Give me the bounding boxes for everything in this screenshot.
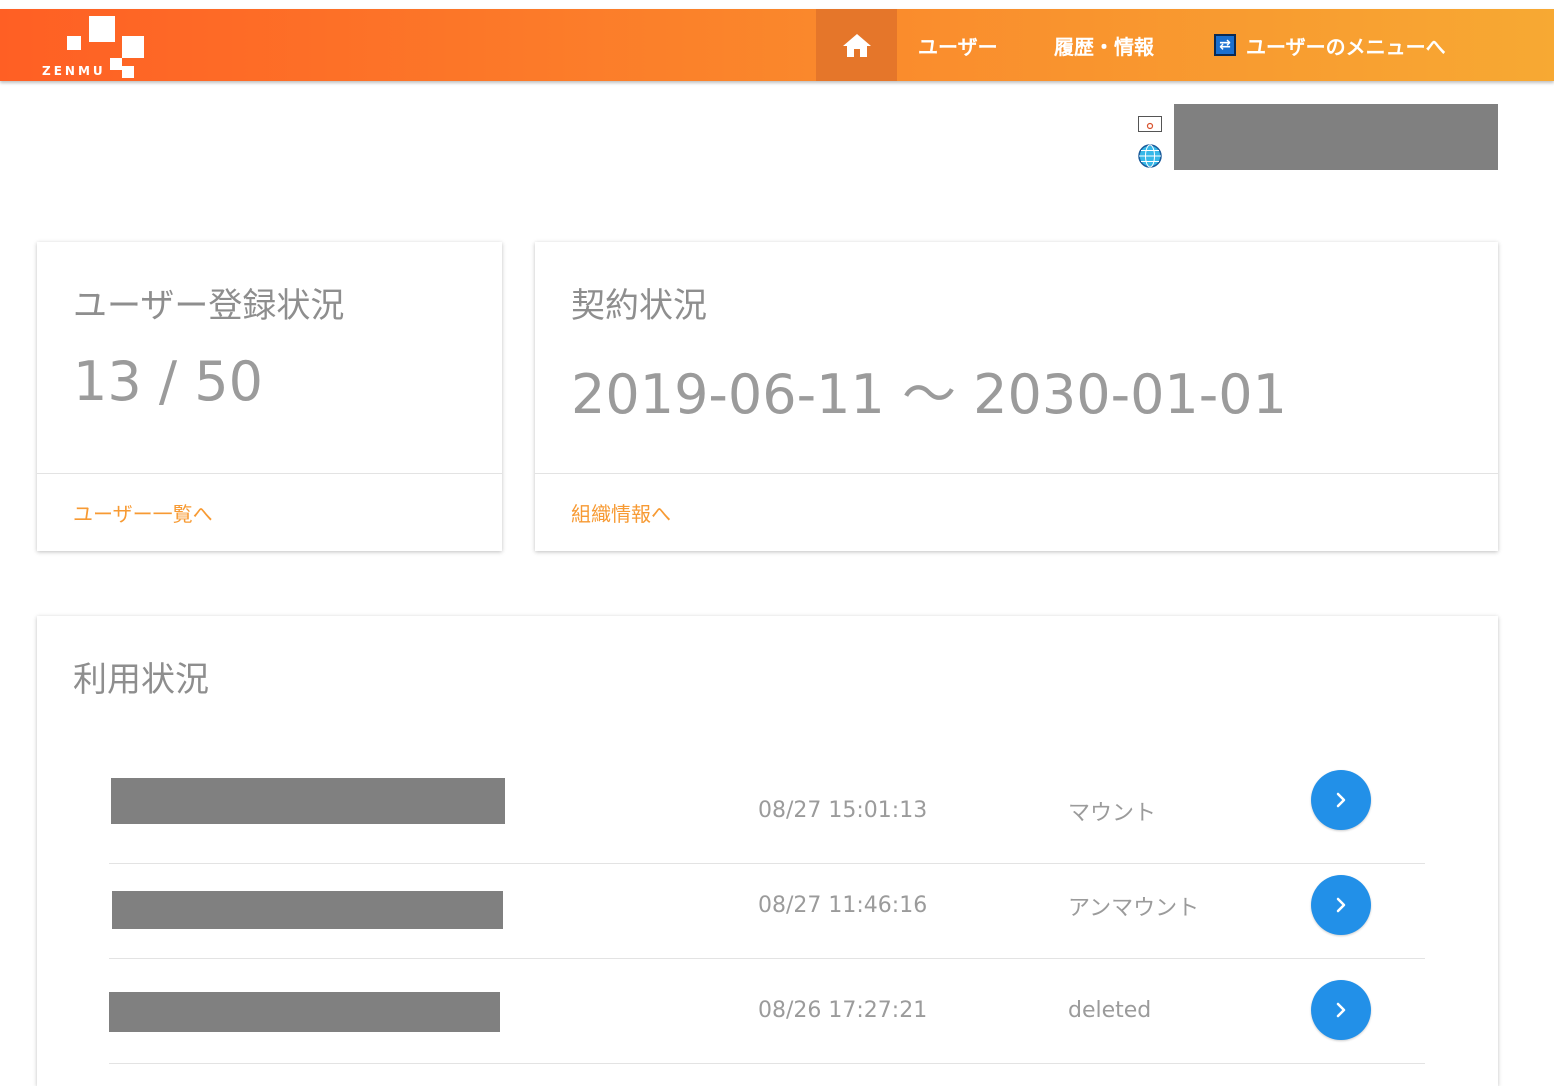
detail-button[interactable]: [1311, 875, 1371, 935]
user-list-link[interactable]: ユーザー一覧へ: [73, 498, 213, 527]
registration-title: ユーザー登録状況: [73, 286, 345, 326]
nav-home-button[interactable]: [816, 9, 897, 81]
mail-icon: [1138, 116, 1162, 132]
nav-users[interactable]: ユーザー: [918, 9, 998, 81]
usage-time: 08/27 11:46:16: [758, 893, 928, 918]
chevron-right-icon: [1336, 897, 1346, 913]
usage-row: 08/27 11:46:16 アンマウント: [109, 853, 1425, 959]
chevron-right-icon: [1336, 1002, 1346, 1018]
usage-action: マウント: [1068, 800, 1157, 826]
logo-square: [67, 36, 81, 50]
nav-user-menu-label: ユーザーのメニューへ: [1246, 34, 1446, 59]
logo-square: [89, 16, 115, 42]
redacted-name: [109, 992, 500, 1032]
usage-action: deleted: [1068, 998, 1152, 1023]
sync-icon: ⇄: [1214, 34, 1236, 56]
redacted-contact-info: [1174, 104, 1498, 170]
logo-square: [110, 58, 122, 70]
org-info-link[interactable]: 組織情報へ: [571, 498, 671, 527]
zenmu-logo[interactable]: ZENMU: [40, 14, 150, 78]
card-divider: [535, 473, 1498, 474]
registration-card: ユーザー登録状況 13 / 50 ユーザー一覧へ: [37, 242, 502, 551]
card-divider: [37, 473, 502, 474]
logo-square: [122, 36, 144, 58]
detail-button[interactable]: [1311, 980, 1371, 1040]
usage-time: 08/27 15:01:13: [758, 798, 928, 823]
usage-action: アンマウント: [1068, 895, 1200, 921]
home-icon: [842, 34, 871, 57]
redacted-name: [112, 891, 503, 929]
top-gap: [0, 0, 1554, 9]
usage-row: 08/27 15:01:13 マウント: [109, 758, 1425, 864]
usage-title: 利用状況: [73, 660, 209, 700]
globe-icon: [1138, 144, 1162, 168]
redacted-name: [111, 778, 505, 824]
registration-count: 13 / 50: [73, 350, 263, 413]
nav-user-menu[interactable]: ⇄ ユーザーのメニューへ: [1214, 9, 1446, 81]
header-navbar: ZENMU ユーザー 履歴・情報 ⇄ ユーザーのメニューへ: [0, 9, 1554, 81]
contract-title: 契約状況: [571, 286, 707, 326]
nav-history-info[interactable]: 履歴・情報: [1054, 9, 1154, 81]
contract-period: 2019-06-11 ～ 2030-01-01: [571, 363, 1287, 426]
contract-card: 契約状況 2019-06-11 ～ 2030-01-01 組織情報へ: [535, 242, 1498, 551]
usage-card: 利用状況 08/27 15:01:13 マウント 08/27 11:46:16 …: [37, 616, 1498, 1086]
usage-row: 08/26 17:27:21 deleted: [109, 958, 1425, 1064]
logo-text: ZENMU: [42, 64, 106, 78]
chevron-right-icon: [1336, 792, 1346, 808]
logo-square: [122, 66, 134, 78]
usage-time: 08/26 17:27:21: [758, 998, 928, 1023]
detail-button[interactable]: [1311, 770, 1371, 830]
